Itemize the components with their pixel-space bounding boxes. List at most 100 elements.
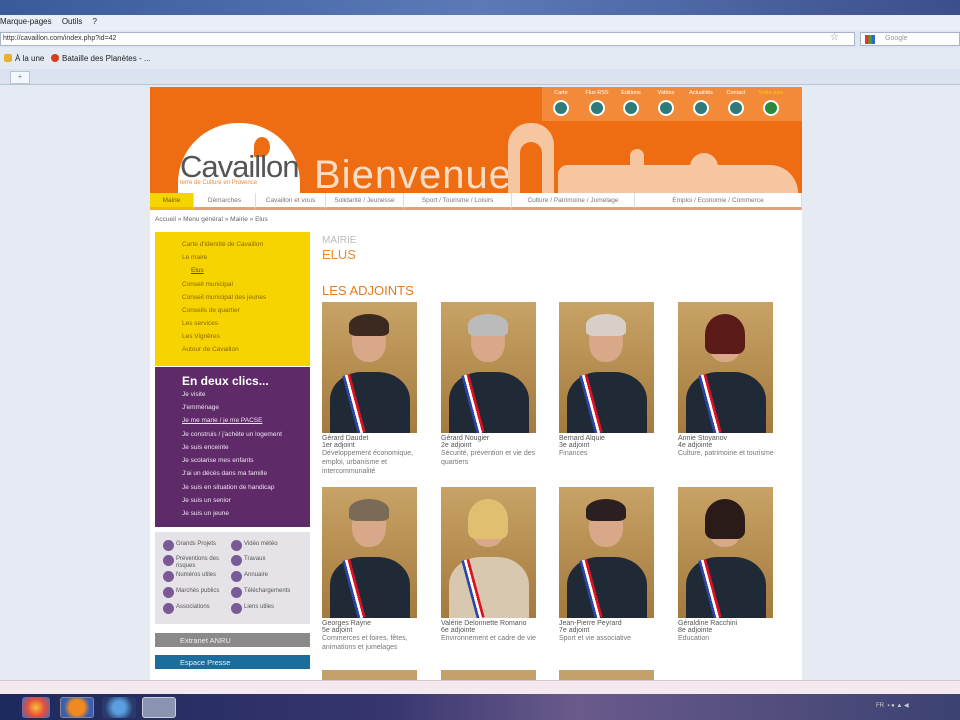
adjoint-photo[interactable]: [441, 487, 536, 618]
clics-link[interactable]: Je suis en situation de handicap: [182, 484, 275, 491]
toplink-avis[interactable]: Votre avis: [754, 90, 788, 116]
toplink-label: Contact: [726, 90, 746, 96]
url-bar[interactable]: http://cavaillon.com/index.php?id=42: [0, 32, 855, 46]
book-icon: [623, 100, 639, 116]
browser-menu-bar: Marque-pages Outils ?: [0, 15, 960, 30]
quick-link[interactable]: Numéros utiles: [163, 571, 231, 582]
sidebar-item[interactable]: Le maire: [182, 254, 207, 261]
nav-mairie[interactable]: Mairie: [150, 193, 194, 210]
menu-tools[interactable]: Outils: [62, 17, 82, 26]
clics-link[interactable]: Je construis / j'achète un logement: [182, 431, 282, 438]
clics-link[interactable]: Je suis un senior: [182, 497, 231, 504]
clics-link[interactable]: Je suis un jeune: [182, 510, 229, 517]
portrait-body: [330, 557, 410, 618]
phone-icon: [163, 571, 174, 582]
quick-link[interactable]: Grands Projets: [163, 540, 226, 551]
clics-link[interactable]: J'ai un décès dans ma famille: [182, 470, 267, 477]
news-icon: [693, 100, 709, 116]
adjoint-card[interactable]: Annie Stoyanov 4e adjointe Culture, patr…: [678, 302, 793, 458]
sidebar-item[interactable]: Les Vignères: [182, 333, 220, 340]
mail-icon: [728, 100, 744, 116]
toplink-rss[interactable]: Flux RSS: [580, 90, 614, 116]
toplink-carte[interactable]: Carte: [544, 90, 578, 116]
bookmark-a-la-une[interactable]: À la une: [4, 54, 44, 63]
adjoint-photo[interactable]: [678, 302, 773, 433]
new-tab-button[interactable]: +: [10, 71, 30, 84]
sidebar-item[interactable]: Conseil municipal des jeunes: [182, 294, 266, 301]
clics-link[interactable]: Je me marie / je me PACSE: [182, 417, 262, 424]
nav-demarches[interactable]: Démarches: [194, 193, 256, 210]
search-placeholder: Google: [885, 35, 908, 42]
bookmark-bataille[interactable]: Bataille des Planètes - ...: [51, 54, 151, 63]
photo-partial: [559, 670, 654, 680]
portrait-hair: [349, 314, 389, 336]
adjoint-photo[interactable]: [322, 302, 417, 433]
quick-link[interactable]: Annuaire: [231, 571, 304, 582]
sidebar-item-elus[interactable]: Elus: [191, 267, 204, 274]
menu-help[interactable]: ?: [93, 17, 97, 26]
adjoint-role: 1er adjoint: [322, 442, 355, 449]
nav-cavaillon-et-vous[interactable]: Cavaillon et vous: [256, 193, 326, 210]
adjoint-card[interactable]: Gérard Nougier 2e adjoint Sécurité, prév…: [441, 302, 556, 467]
adjoint-photo[interactable]: [441, 302, 536, 433]
extranet-anru-link[interactable]: Extranet ANRU: [155, 633, 310, 647]
messenger-taskbar-icon[interactable]: [102, 697, 136, 718]
portrait-hair: [349, 499, 389, 521]
quick-link[interactable]: Travaux: [231, 555, 304, 566]
quick-link[interactable]: Liens utiles: [231, 603, 304, 614]
quick-link-label: Annuaire: [244, 572, 269, 578]
adjoint-name: Valérie Delonnette Romano: [441, 620, 527, 627]
clics-link[interactable]: Je scolarise mes enfants: [182, 457, 254, 464]
quick-link[interactable]: Marchés publics: [163, 587, 231, 598]
bookmark-star-icon[interactable]: ☆: [830, 32, 839, 43]
adjoint-photo[interactable]: [322, 487, 417, 618]
search-input[interactable]: Google: [860, 32, 960, 46]
sidebar-item[interactable]: Autour de Cavaillon: [182, 346, 239, 353]
adjoint-card[interactable]: Valérie Delonnette Romano 6e adjointe En…: [441, 487, 556, 643]
nav-culture[interactable]: Culture / Patrimoine / Jumelage: [512, 193, 635, 210]
nav-solidarite[interactable]: Solidarité / Jeunesse: [326, 193, 404, 210]
quick-link-label: Grands Projets: [176, 541, 217, 547]
clics-link[interactable]: Je suis enceinte: [182, 444, 229, 451]
menu-bookmarks[interactable]: Marque-pages: [0, 17, 52, 26]
sidebar-item[interactable]: Carte d'identité de Cavaillon: [182, 241, 263, 248]
adjoint-photo[interactable]: [559, 302, 654, 433]
adjoint-photo[interactable]: [678, 487, 773, 618]
toplink-contact[interactable]: Contact: [719, 90, 753, 116]
toplink-label: Votre avis: [758, 90, 784, 96]
espace-presse-link[interactable]: Espace Presse: [155, 655, 310, 669]
quick-link[interactable]: Vidéo météo: [231, 540, 304, 551]
adjoint-card[interactable]: Jean-Pierre Peyrard 7e adjoint Sport et …: [559, 487, 674, 643]
toplink-editions[interactable]: Editions: [614, 90, 648, 116]
adjoint-name: Annie Stoyanov: [678, 435, 728, 442]
project-icon: [163, 540, 174, 551]
sidebar-item[interactable]: Les services: [182, 320, 218, 327]
adjoint-card[interactable]: Géraldine Racchini 8e adjointe Education: [678, 487, 793, 643]
adjoint-card[interactable]: Bernard Alquie 3e adjoint Finances: [559, 302, 674, 458]
adjoint-role: 8e adjointe: [678, 627, 713, 634]
sidebar-item[interactable]: Conseils de quartier: [182, 307, 240, 314]
quick-link[interactable]: Préventions des risques: [163, 555, 231, 570]
language-indicator[interactable]: FR: [876, 703, 884, 709]
clics-link[interactable]: Je visite: [182, 391, 205, 398]
quick-link[interactable]: Téléchargements: [231, 587, 308, 598]
download-icon: [231, 587, 242, 598]
nav-emploi[interactable]: Emploi / Economie / Commerce: [635, 193, 802, 210]
toplink-actualites[interactable]: Actualités: [684, 90, 718, 116]
sidebar-item[interactable]: Conseil municipal: [182, 281, 233, 288]
media-taskbar-icon[interactable]: [142, 697, 176, 718]
clics-link[interactable]: J'emménage: [182, 404, 219, 411]
section-heading: LES ADJOINTS: [322, 283, 414, 298]
start-button-icon[interactable]: [22, 697, 50, 718]
adjoint-card[interactable]: Georges Rayne 5e adjoint Commerces et fo…: [322, 487, 437, 652]
adjoint-photo[interactable]: [559, 487, 654, 618]
opinion-icon: [763, 100, 779, 116]
nav-sport[interactable]: Sport / Tourisme / Loisirs: [404, 193, 512, 210]
portrait-body: [567, 372, 647, 433]
quick-link[interactable]: Associations: [163, 603, 231, 614]
adjoint-card[interactable]: Gérard Daudet 1er adjoint Développement …: [322, 302, 437, 476]
firefox-taskbar-icon[interactable]: [60, 697, 94, 718]
toplink-videos[interactable]: Vidéos: [649, 90, 683, 116]
adjoint-name: Gérard Daudet: [322, 435, 369, 442]
portrait-body: [449, 372, 529, 433]
